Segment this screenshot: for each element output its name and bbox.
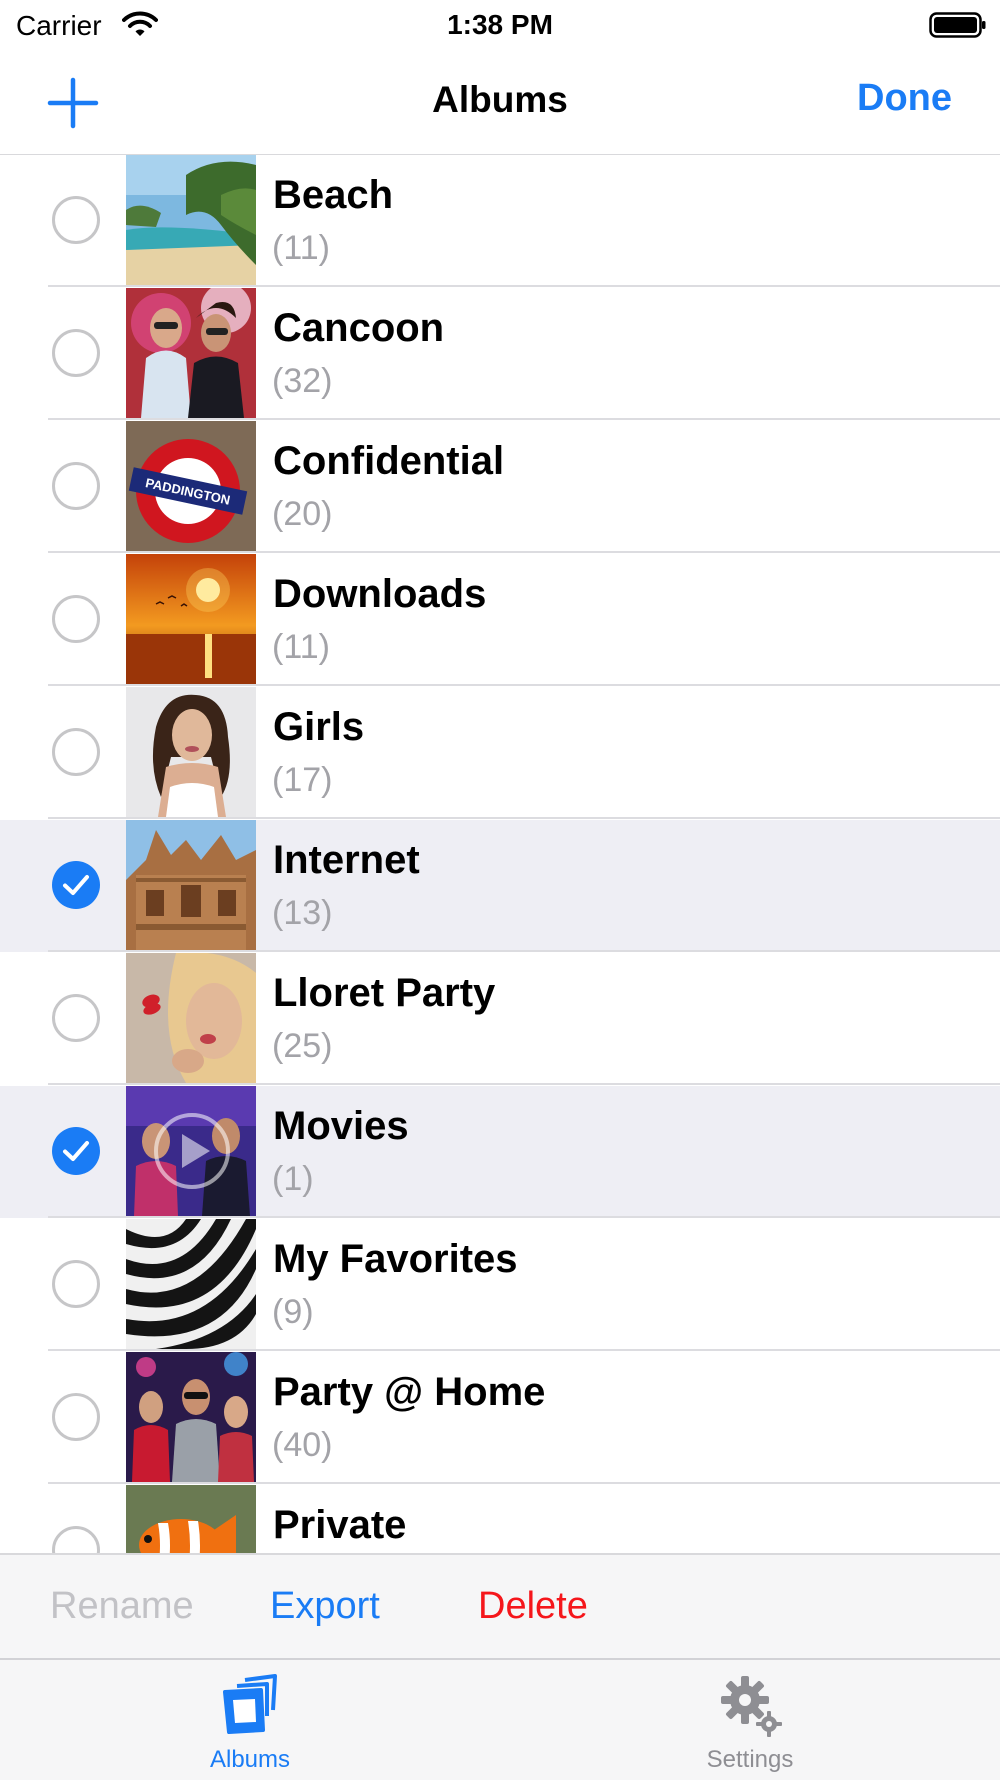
album-row[interactable]: Beach (11) (0, 155, 1000, 287)
album-count: (40) (272, 1426, 333, 1464)
tab-label: Settings (706, 1746, 794, 1773)
album-row[interactable]: My Favorites (9) (0, 1219, 1000, 1351)
album-count: (1) (272, 1160, 314, 1198)
page-title: Albums (432, 79, 568, 120)
album-row[interactable]: PADDINGTON Confidential (20) (0, 421, 1000, 553)
row-separator (48, 1482, 1000, 1484)
status-bar: Carrier 1:38 PM (0, 0, 1000, 52)
album-name: Private (273, 1503, 407, 1547)
album-thumbnail (126, 1219, 256, 1349)
row-separator (48, 1349, 1000, 1351)
album-row[interactable]: Downloads (11) (0, 554, 1000, 686)
row-separator (48, 285, 1000, 287)
status-time: 1:38 PM (447, 9, 553, 40)
delete-button[interactable]: Delete (478, 1585, 588, 1628)
album-thumbnail (126, 1352, 256, 1482)
album-name: My Favorites (273, 1237, 518, 1281)
done-button[interactable]: Done (857, 77, 952, 120)
tab-albums[interactable]: Albums (150, 1660, 350, 1780)
album-thumbnail (126, 820, 256, 950)
select-circle[interactable] (52, 1526, 100, 1553)
album-thumbnail (126, 953, 256, 1083)
tab-settings[interactable]: Settings (650, 1660, 850, 1780)
album-name: Party @ Home (273, 1370, 546, 1414)
tab-bar: Albums Settings (0, 1658, 1000, 1780)
checkmark-circle-icon[interactable] (52, 861, 100, 909)
row-separator (48, 1216, 1000, 1218)
album-name: Downloads (273, 572, 487, 616)
album-row[interactable]: Lloret Party (25) (0, 953, 1000, 1085)
album-row[interactable]: Girls (17) (0, 687, 1000, 819)
album-count: (9) (272, 1293, 314, 1331)
album-count: (17) (272, 761, 333, 799)
select-circle[interactable] (52, 994, 100, 1042)
export-button[interactable]: Export (270, 1585, 380, 1628)
album-thumbnail (126, 155, 256, 285)
select-circle[interactable] (52, 196, 100, 244)
album-thumbnail (126, 687, 256, 817)
row-separator (48, 950, 1000, 952)
album-count: (13) (272, 894, 333, 932)
rename-button[interactable]: Rename (50, 1585, 194, 1628)
row-separator (48, 817, 1000, 819)
select-circle[interactable] (52, 1393, 100, 1441)
row-separator (48, 418, 1000, 420)
row-separator (48, 1083, 1000, 1085)
select-circle[interactable] (52, 728, 100, 776)
album-thumbnail (126, 288, 256, 418)
album-name: Internet (273, 838, 420, 882)
album-name: Girls (273, 705, 365, 749)
album-name: Cancoon (273, 306, 445, 350)
album-count: (11) (272, 229, 330, 267)
checkmark-circle-icon[interactable] (52, 1127, 100, 1175)
album-thumbnail (126, 554, 256, 684)
row-separator (48, 684, 1000, 686)
album-list[interactable]: Beach (11) Cancoon (32) PADDINGTON Confi… (0, 155, 1000, 1553)
action-toolbar: Rename Export Delete (0, 1553, 1000, 1659)
select-circle[interactable] (52, 595, 100, 643)
album-name: Lloret Party (273, 971, 496, 1015)
album-count: (32) (272, 362, 333, 400)
album-thumbnail (126, 1086, 256, 1216)
select-circle[interactable] (52, 462, 100, 510)
album-row[interactable]: Private (0, 1485, 1000, 1553)
album-row[interactable]: Movies (1) (0, 1086, 1000, 1218)
album-count: (11) (272, 628, 330, 666)
select-circle[interactable] (52, 329, 100, 377)
album-thumbnail (126, 1485, 256, 1553)
album-row[interactable]: Internet (13) (0, 820, 1000, 952)
select-circle[interactable] (52, 1260, 100, 1308)
navigation-bar: Albums Done (0, 52, 1000, 156)
album-count: (25) (272, 1027, 333, 1065)
album-count: (20) (272, 495, 333, 533)
gear-icon (721, 1676, 782, 1737)
album-row[interactable]: Party @ Home (40) (0, 1352, 1000, 1484)
row-separator (48, 551, 1000, 553)
album-thumbnail: PADDINGTON (126, 421, 256, 551)
album-name: Confidential (273, 439, 505, 483)
album-row[interactable]: Cancoon (32) (0, 288, 1000, 420)
tab-label: Albums (209, 1746, 291, 1773)
photo-stack-icon (223, 1674, 277, 1734)
album-name: Beach (273, 173, 394, 217)
battery-icon (929, 12, 986, 38)
album-name: Movies (273, 1104, 409, 1148)
